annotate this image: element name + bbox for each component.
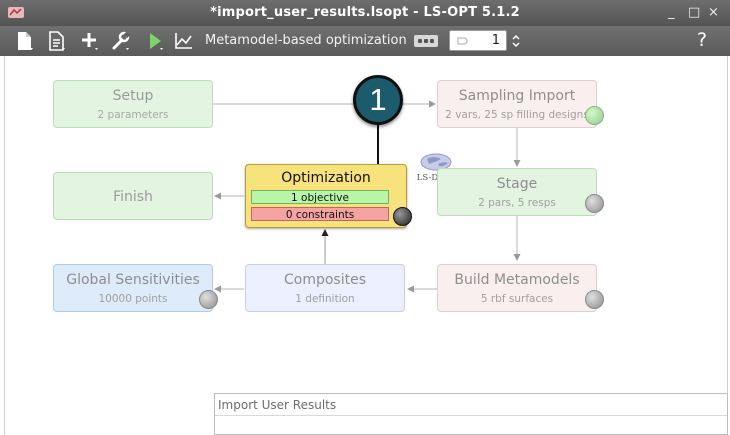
- sampling-subtitle: 2 vars, 25 sp filling designs: [445, 109, 589, 121]
- optimization-title: Optimization: [281, 170, 371, 186]
- iteration-stepper[interactable]: 1: [449, 30, 507, 51]
- mode-options-button[interactable]: [414, 35, 438, 47]
- global-title: Global Sensitivities: [66, 272, 200, 288]
- optimization-status-indicator: [393, 207, 412, 226]
- optimization-node[interactable]: Optimization 1 objective 0 constraints: [245, 164, 407, 228]
- setup-title: Setup: [112, 88, 154, 104]
- sampling-status-indicator: [585, 106, 604, 125]
- global-subtitle: 10000 points: [98, 293, 168, 305]
- sampling-title: Sampling Import: [458, 88, 576, 104]
- step-callout-badge: 1: [353, 75, 403, 125]
- build-title: Build Metamodels: [454, 272, 580, 288]
- run-icon[interactable]: [145, 30, 167, 52]
- finish-node[interactable]: Finish: [53, 172, 213, 220]
- file-list-icon[interactable]: [46, 30, 68, 52]
- setup-subtitle: 2 parameters: [97, 109, 169, 121]
- title-bar: *import_user_results.lsopt - LS-OPT 5.1.…: [0, 0, 730, 26]
- sampling-import-node[interactable]: Sampling Import 2 vars, 25 sp filling de…: [437, 80, 597, 128]
- help-button[interactable]: ?: [697, 29, 707, 51]
- stage-title: Stage: [496, 176, 538, 192]
- minimize-button[interactable]: _: [668, 5, 675, 20]
- import-user-results-panel: Import User Results: [214, 393, 728, 435]
- wrench-icon[interactable]: [110, 30, 132, 52]
- constraints-pill[interactable]: 0 constraints: [251, 207, 389, 221]
- toolbar: Metamodel-based optimization 1 ?: [0, 26, 730, 56]
- composites-node[interactable]: Composites 1 definition: [245, 264, 405, 312]
- setup-node[interactable]: Setup 2 parameters: [53, 80, 213, 128]
- build-subtitle: 5 rbf surfaces: [480, 293, 554, 305]
- objective-pill[interactable]: 1 objective: [251, 190, 389, 204]
- composites-title: Composites: [283, 272, 366, 288]
- build-status-indicator: [585, 290, 604, 309]
- window-title: *import_user_results.lsopt - LS-OPT 5.1.…: [210, 5, 520, 20]
- panel-label: Import User Results: [218, 398, 337, 412]
- stage-status-indicator: [585, 194, 604, 213]
- chart-icon[interactable]: [173, 30, 195, 52]
- callout-number: 1: [369, 82, 387, 117]
- workflow-canvas: Setup 2 parameters Sampling Import 2 var…: [4, 56, 728, 435]
- optimization-mode-label: Metamodel-based optimization: [205, 33, 407, 48]
- stage-subtitle: 2 pars, 5 resps: [478, 197, 556, 209]
- close-button[interactable]: ×: [708, 5, 719, 20]
- composites-subtitle: 1 definition: [295, 293, 355, 305]
- add-icon[interactable]: [79, 30, 101, 52]
- iteration-value: 1: [491, 33, 500, 48]
- stepper-arrows-icon[interactable]: [511, 33, 521, 49]
- panel-divider: [215, 415, 727, 416]
- finish-title: Finish: [113, 189, 153, 205]
- undo-icon: [457, 37, 468, 45]
- global-sensitivities-node[interactable]: Global Sensitivities 10000 points: [53, 264, 213, 312]
- maximize-button[interactable]: □: [688, 5, 700, 20]
- stage-node[interactable]: Stage 2 pars, 5 resps: [437, 168, 597, 216]
- global-status-indicator: [199, 290, 218, 309]
- build-metamodels-node[interactable]: Build Metamodels 5 rbf surfaces: [437, 264, 597, 312]
- new-file-icon[interactable]: [14, 30, 36, 52]
